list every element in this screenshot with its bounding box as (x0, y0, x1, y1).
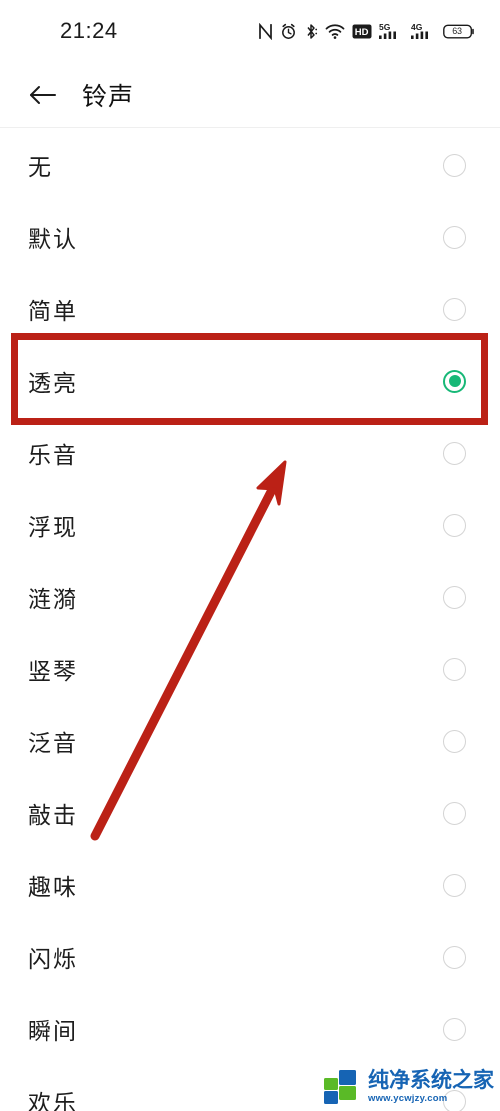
radio-unselected-icon[interactable] (443, 1017, 466, 1041)
ringtone-row[interactable]: 泛音 (0, 705, 500, 777)
app-bar: 铃声 (0, 62, 500, 128)
ringtone-row[interactable]: 竖琴 (0, 633, 500, 705)
ringtone-row[interactable]: 闪烁 (0, 921, 500, 993)
ringtone-row[interactable]: 简单 (0, 273, 500, 345)
watermark: 纯净系统之家 www.ycwjzy.com (323, 1069, 494, 1105)
ringtone-row[interactable]: 透亮 (0, 345, 500, 417)
battery-icon: 63 (443, 23, 475, 40)
svg-text:5G: 5G (379, 22, 391, 32)
signal-5g-icon: 5G (379, 22, 396, 39)
watermark-title: 纯净系统之家 (368, 1069, 494, 1093)
ringtone-label: 透亮 (28, 370, 78, 396)
ringtone-label: 趣味 (28, 874, 78, 900)
radio-unselected-icon[interactable] (443, 657, 466, 681)
ringtone-row[interactable]: 瞬间 (0, 993, 500, 1065)
radio-unselected-icon[interactable] (443, 729, 466, 753)
ringtone-row[interactable]: 乐音 (0, 417, 500, 489)
status-bar-clock: 21:24 (60, 18, 118, 43)
radio-unselected-icon[interactable] (443, 297, 466, 321)
ringtone-row[interactable]: 涟漪 (0, 561, 500, 633)
ringtone-row[interactable]: 敲击 (0, 777, 500, 849)
radio-unselected-icon[interactable] (443, 225, 466, 249)
radio-selected-icon[interactable] (443, 369, 466, 393)
ringtone-label: 敲击 (28, 802, 78, 828)
ringtone-list: 无默认简单透亮乐音浮现涟漪竖琴泛音敲击趣味闪烁瞬间欢乐 (0, 129, 500, 1111)
watermark-url: www.ycwjzy.com (368, 1093, 448, 1105)
radio-unselected-icon[interactable] (443, 873, 466, 897)
ringtone-label: 简单 (28, 298, 78, 324)
wifi-icon (325, 23, 345, 39)
ringtone-row[interactable]: 默认 (0, 201, 500, 273)
ringtone-label: 欢乐 (28, 1090, 78, 1111)
watermark-text: 纯净系统之家 www.ycwjzy.com (368, 1070, 494, 1104)
back-button[interactable] (26, 78, 60, 112)
svg-text:4G: 4G (411, 22, 423, 32)
ringtone-label: 瞬间 (28, 1018, 78, 1044)
alarm-icon (282, 23, 295, 39)
hd-volte-icon: HD (352, 24, 372, 38)
radio-unselected-icon[interactable] (443, 513, 466, 537)
arrow-left-icon (30, 86, 56, 104)
radio-unselected-icon[interactable] (443, 801, 466, 825)
radio-unselected-icon[interactable] (443, 945, 466, 969)
ringtone-label: 闪烁 (28, 946, 78, 972)
ringtone-label: 默认 (28, 226, 78, 252)
ringtone-label: 泛音 (28, 730, 78, 756)
svg-text:HD: HD (355, 27, 369, 38)
ringtone-label: 竖琴 (28, 658, 78, 684)
radio-unselected-icon[interactable] (443, 153, 466, 177)
ringtone-row[interactable]: 浮现 (0, 489, 500, 561)
radio-unselected-icon[interactable] (443, 585, 466, 609)
bluetooth-icon (307, 23, 318, 39)
status-bar: 21:24 HD 5G 4G 63 (0, 0, 500, 62)
battery-percent-text: 63 (452, 25, 462, 36)
app-bar-divider (0, 127, 500, 128)
page-title: 铃声 (82, 83, 135, 111)
ringtone-row[interactable]: 无 (0, 129, 500, 201)
status-bar-icons: HD 5G 4G 63 (258, 22, 475, 40)
watermark-logo-icon (324, 1070, 356, 1104)
ringtone-label: 浮现 (28, 514, 78, 540)
ringtone-row[interactable]: 趣味 (0, 849, 500, 921)
ringtone-label: 无 (28, 154, 53, 180)
nfc-icon (259, 22, 272, 40)
ringtone-label: 涟漪 (28, 586, 78, 612)
phone-screen: 21:24 HD 5G 4G 63 铃声 无 默认 简单 透亮 乐音 浮现 涟漪… (0, 0, 500, 1111)
radio-unselected-icon[interactable] (443, 441, 466, 465)
ringtone-label: 乐音 (28, 442, 78, 468)
signal-4g-icon: 4G (411, 22, 428, 39)
